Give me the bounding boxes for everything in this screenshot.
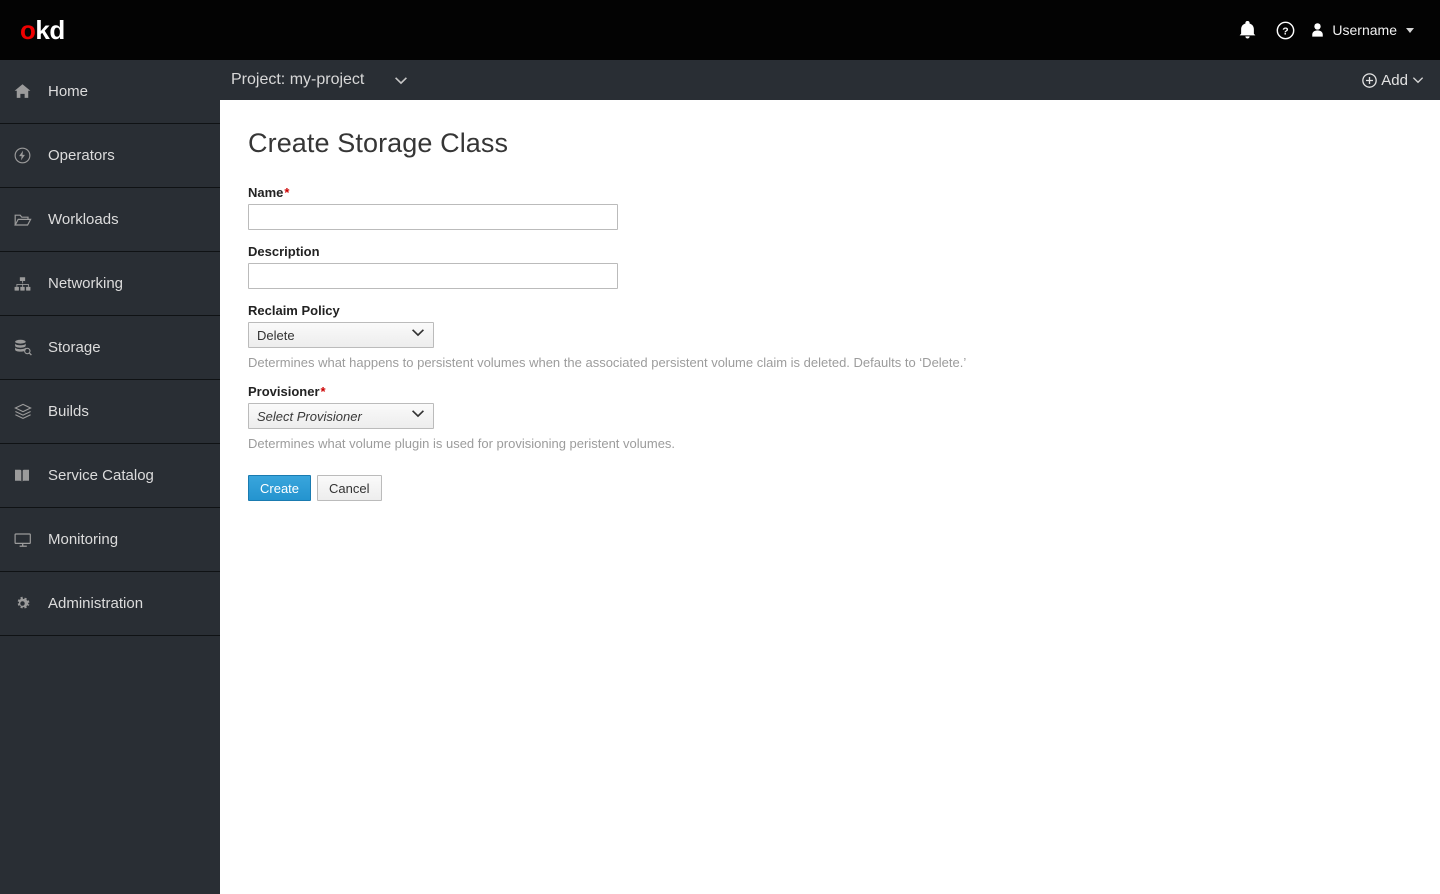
help-button[interactable]: ? xyxy=(1266,9,1304,51)
sidebar-item-label: Service Catalog xyxy=(48,467,154,484)
bell-icon xyxy=(1239,21,1256,39)
sidebar-item-networking[interactable]: Networking xyxy=(0,252,220,316)
home-icon xyxy=(14,82,42,102)
masthead-tools: ? Username xyxy=(1228,9,1440,51)
operators-icon xyxy=(14,146,42,166)
chevron-down-icon xyxy=(1406,27,1414,33)
required-asterisk: * xyxy=(320,384,326,399)
logo-letter-o: o xyxy=(20,14,36,45)
sitemap-icon xyxy=(14,274,42,294)
plus-circle-icon xyxy=(1362,72,1378,88)
gear-icon xyxy=(14,594,42,614)
provisioner-selected-value: Select Provisioner xyxy=(257,408,362,424)
name-label-text: Name xyxy=(248,185,284,200)
sidebar-item-builds[interactable]: Builds xyxy=(0,380,220,444)
form-group-reclaim-policy: Reclaim Policy Delete Determines what ha… xyxy=(248,303,1412,370)
add-button-label: Add xyxy=(1381,71,1408,89)
database-search-icon xyxy=(14,338,42,358)
sidebar-item-label: Home xyxy=(48,83,89,100)
form-actions: Create Cancel xyxy=(248,475,1412,501)
console-root: o kd ? Username Home Operators Workloads… xyxy=(0,0,1440,894)
user-menu[interactable]: Username xyxy=(1304,9,1422,51)
description-label-text: Description xyxy=(248,244,320,259)
create-storage-class-form: Name* Description Reclaim Policy Delete xyxy=(248,185,1412,501)
help-circle-icon: ? xyxy=(1276,21,1295,40)
reclaim-policy-label: Reclaim Policy xyxy=(248,303,1412,318)
sidebar-item-home[interactable]: Home xyxy=(0,60,220,124)
provisioner-select[interactable]: Select Provisioner xyxy=(248,403,434,429)
masthead: o kd ? Username xyxy=(0,0,1440,60)
logo-letters-kd: kd xyxy=(35,14,65,45)
form-group-description: Description xyxy=(248,244,1412,289)
user-avatar-icon xyxy=(1310,22,1325,38)
okd-logo[interactable]: o kd xyxy=(0,15,220,46)
username-label: Username xyxy=(1332,22,1397,38)
provisioner-label: Provisioner* xyxy=(248,384,1412,399)
sidebar-item-label: Workloads xyxy=(48,211,119,228)
name-input[interactable] xyxy=(248,204,618,230)
sidebar-item-monitoring[interactable]: Monitoring xyxy=(0,508,220,572)
page-title: Create Storage Class xyxy=(248,128,509,158)
sidebar-filler xyxy=(0,636,220,637)
chevron-down-icon xyxy=(394,76,408,85)
reclaim-policy-help-text: Determines what happens to persistent vo… xyxy=(248,355,967,370)
svg-text:?: ? xyxy=(1282,26,1288,37)
provisioner-select-wrap: Select Provisioner xyxy=(248,403,434,429)
reclaim-policy-label-text: Reclaim Policy xyxy=(248,303,340,318)
name-label: Name* xyxy=(248,185,1412,200)
project-selector-label: Project: my-project xyxy=(231,71,365,88)
reclaim-policy-selected-value: Delete xyxy=(257,327,295,343)
monitor-icon xyxy=(14,530,42,550)
provisioner-label-text: Provisioner xyxy=(248,384,320,399)
provisioner-help-text: Determines what volume plugin is used fo… xyxy=(248,436,676,451)
form-group-provisioner: Provisioner* Select Provisioner Determin… xyxy=(248,384,1412,451)
layers-icon xyxy=(14,402,42,422)
sidebar-item-service-catalog[interactable]: Service Catalog xyxy=(0,444,220,508)
sidebar-item-workloads[interactable]: Workloads xyxy=(0,188,220,252)
sidebar-item-label: Administration xyxy=(48,595,144,612)
reclaim-policy-select-wrap: Delete xyxy=(248,322,434,348)
sidebar-item-label: Storage xyxy=(48,339,101,356)
add-button[interactable]: Add xyxy=(1362,72,1440,89)
folder-open-icon xyxy=(14,210,42,230)
required-asterisk: * xyxy=(284,185,290,200)
description-input[interactable] xyxy=(248,263,618,289)
notifications-button[interactable] xyxy=(1228,9,1266,51)
create-button[interactable]: Create xyxy=(248,475,312,501)
sidebar-item-storage[interactable]: Storage xyxy=(0,316,220,380)
project-selector[interactable]: Project: my-project xyxy=(220,71,408,89)
sidebar-nav: Home Operators Workloads Networking Stor… xyxy=(0,60,220,894)
sidebar-item-label: Builds xyxy=(48,403,89,420)
project-bar: Project: my-project Add xyxy=(220,60,1440,100)
sidebar-item-operators[interactable]: Operators xyxy=(0,124,220,188)
book-icon xyxy=(14,466,42,486)
sidebar-item-label: Monitoring xyxy=(48,531,119,548)
sidebar-item-label: Networking xyxy=(48,275,124,292)
cancel-button[interactable]: Cancel xyxy=(317,475,382,501)
description-label: Description xyxy=(248,244,1412,259)
reclaim-policy-select[interactable]: Delete xyxy=(248,322,434,348)
main-content: Create Storage Class Name* Description R… xyxy=(220,100,1440,894)
sidebar-item-administration[interactable]: Administration xyxy=(0,572,220,636)
chevron-down-icon xyxy=(1412,76,1424,84)
form-group-name: Name* xyxy=(248,185,1412,230)
sidebar-item-label: Operators xyxy=(48,147,115,164)
